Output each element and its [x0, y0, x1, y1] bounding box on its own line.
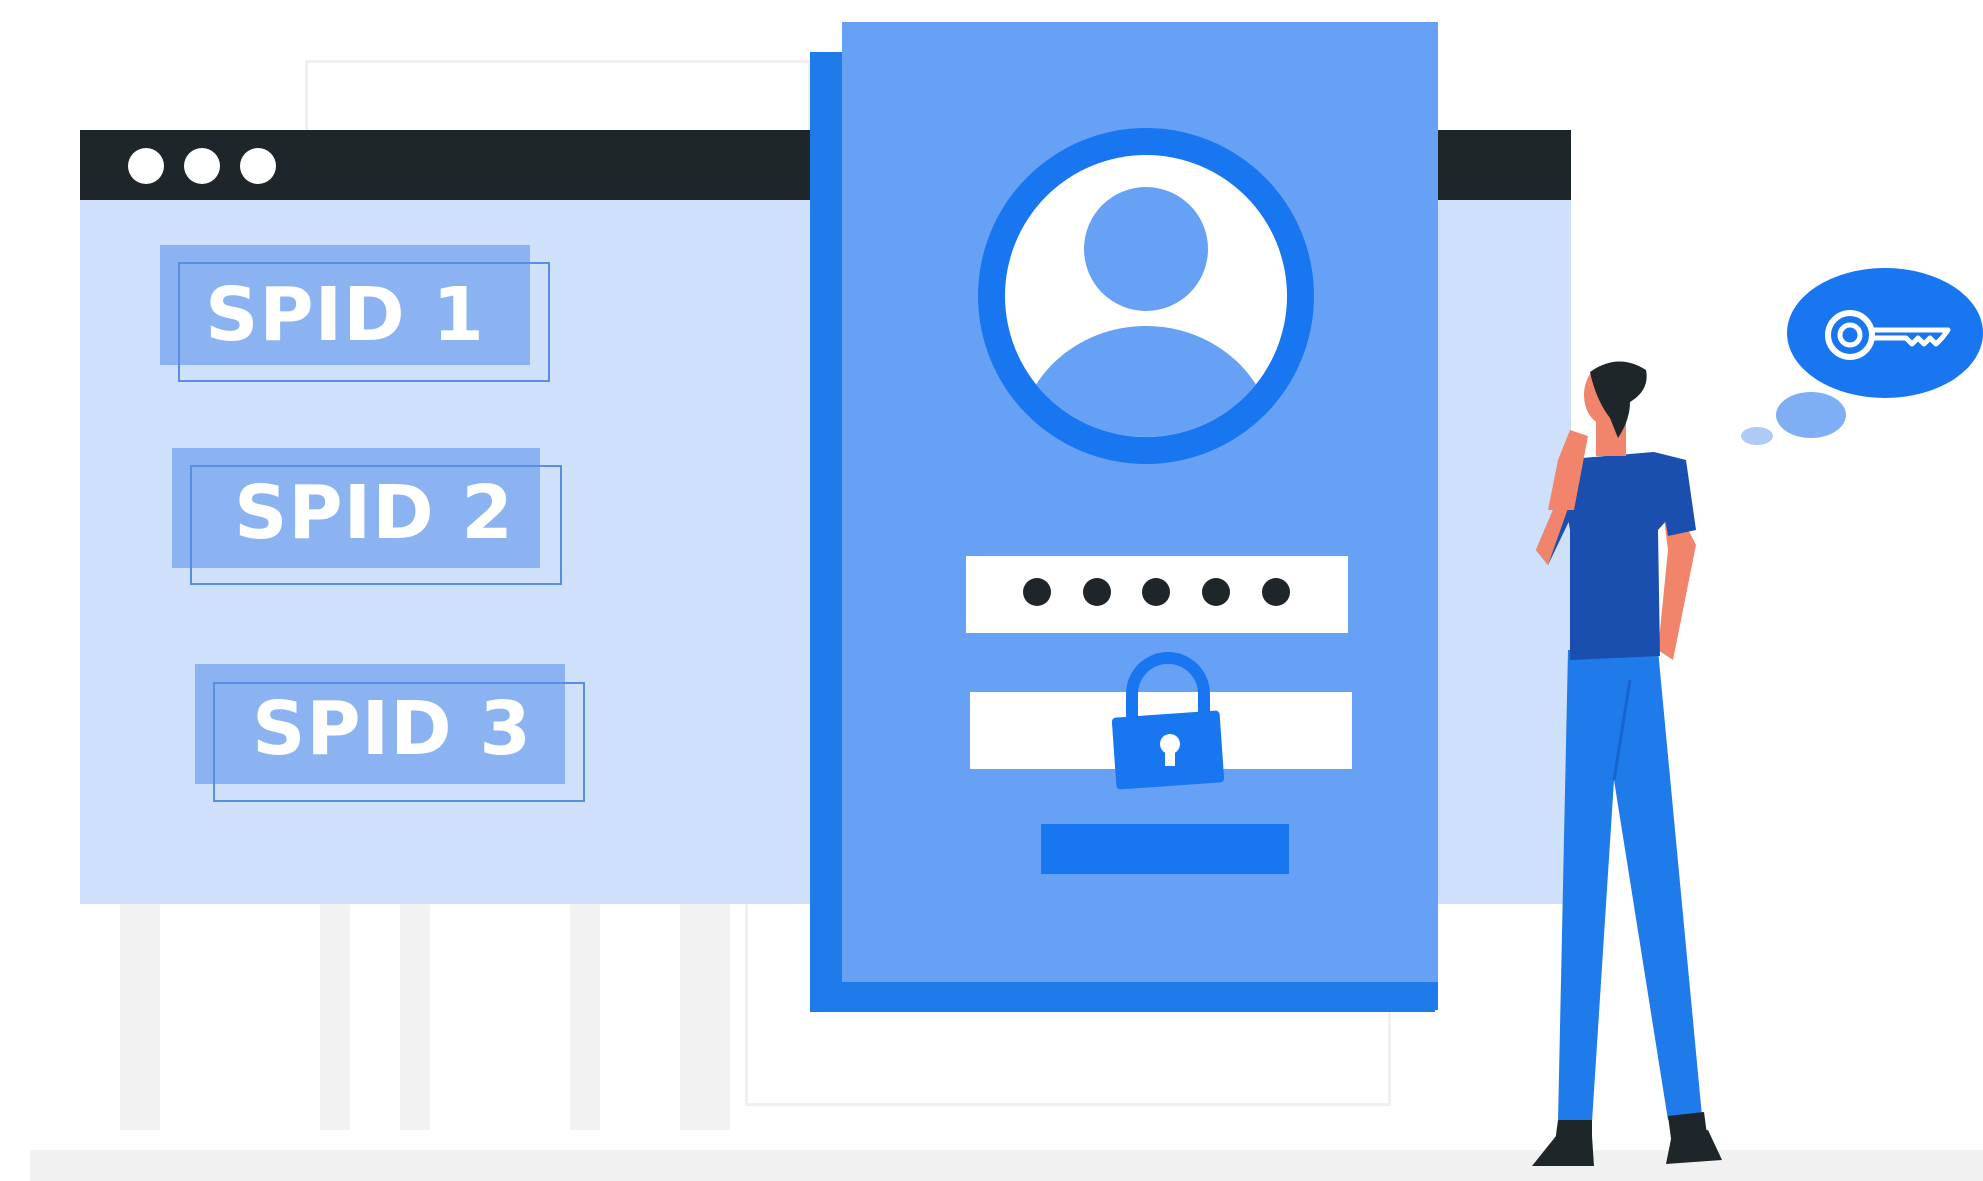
padlock-icon	[1111, 652, 1225, 790]
login-submit-button[interactable]	[1041, 824, 1289, 874]
key-icon	[1825, 310, 1951, 360]
window-dot-icon	[184, 148, 220, 184]
window-dot-icon	[128, 148, 164, 184]
user-avatar-icon	[978, 128, 1314, 464]
login-card-edge	[842, 982, 1438, 1010]
password-mask-dot	[1142, 578, 1170, 606]
password-mask-dot	[1202, 578, 1230, 606]
spid-option-label: SPID 3	[252, 686, 532, 772]
spid-option-label: SPID 2	[234, 470, 514, 556]
spid-option-label: SPID 1	[205, 272, 485, 358]
illustration-scene: SPID 1 SPID 2 SPID 3	[0, 0, 1983, 1181]
password-mask-dot	[1083, 578, 1111, 606]
person-figure	[1532, 361, 1722, 1166]
window-dot-icon	[240, 148, 276, 184]
password-mask-dot	[1023, 578, 1051, 606]
password-mask-dot	[1262, 578, 1290, 606]
